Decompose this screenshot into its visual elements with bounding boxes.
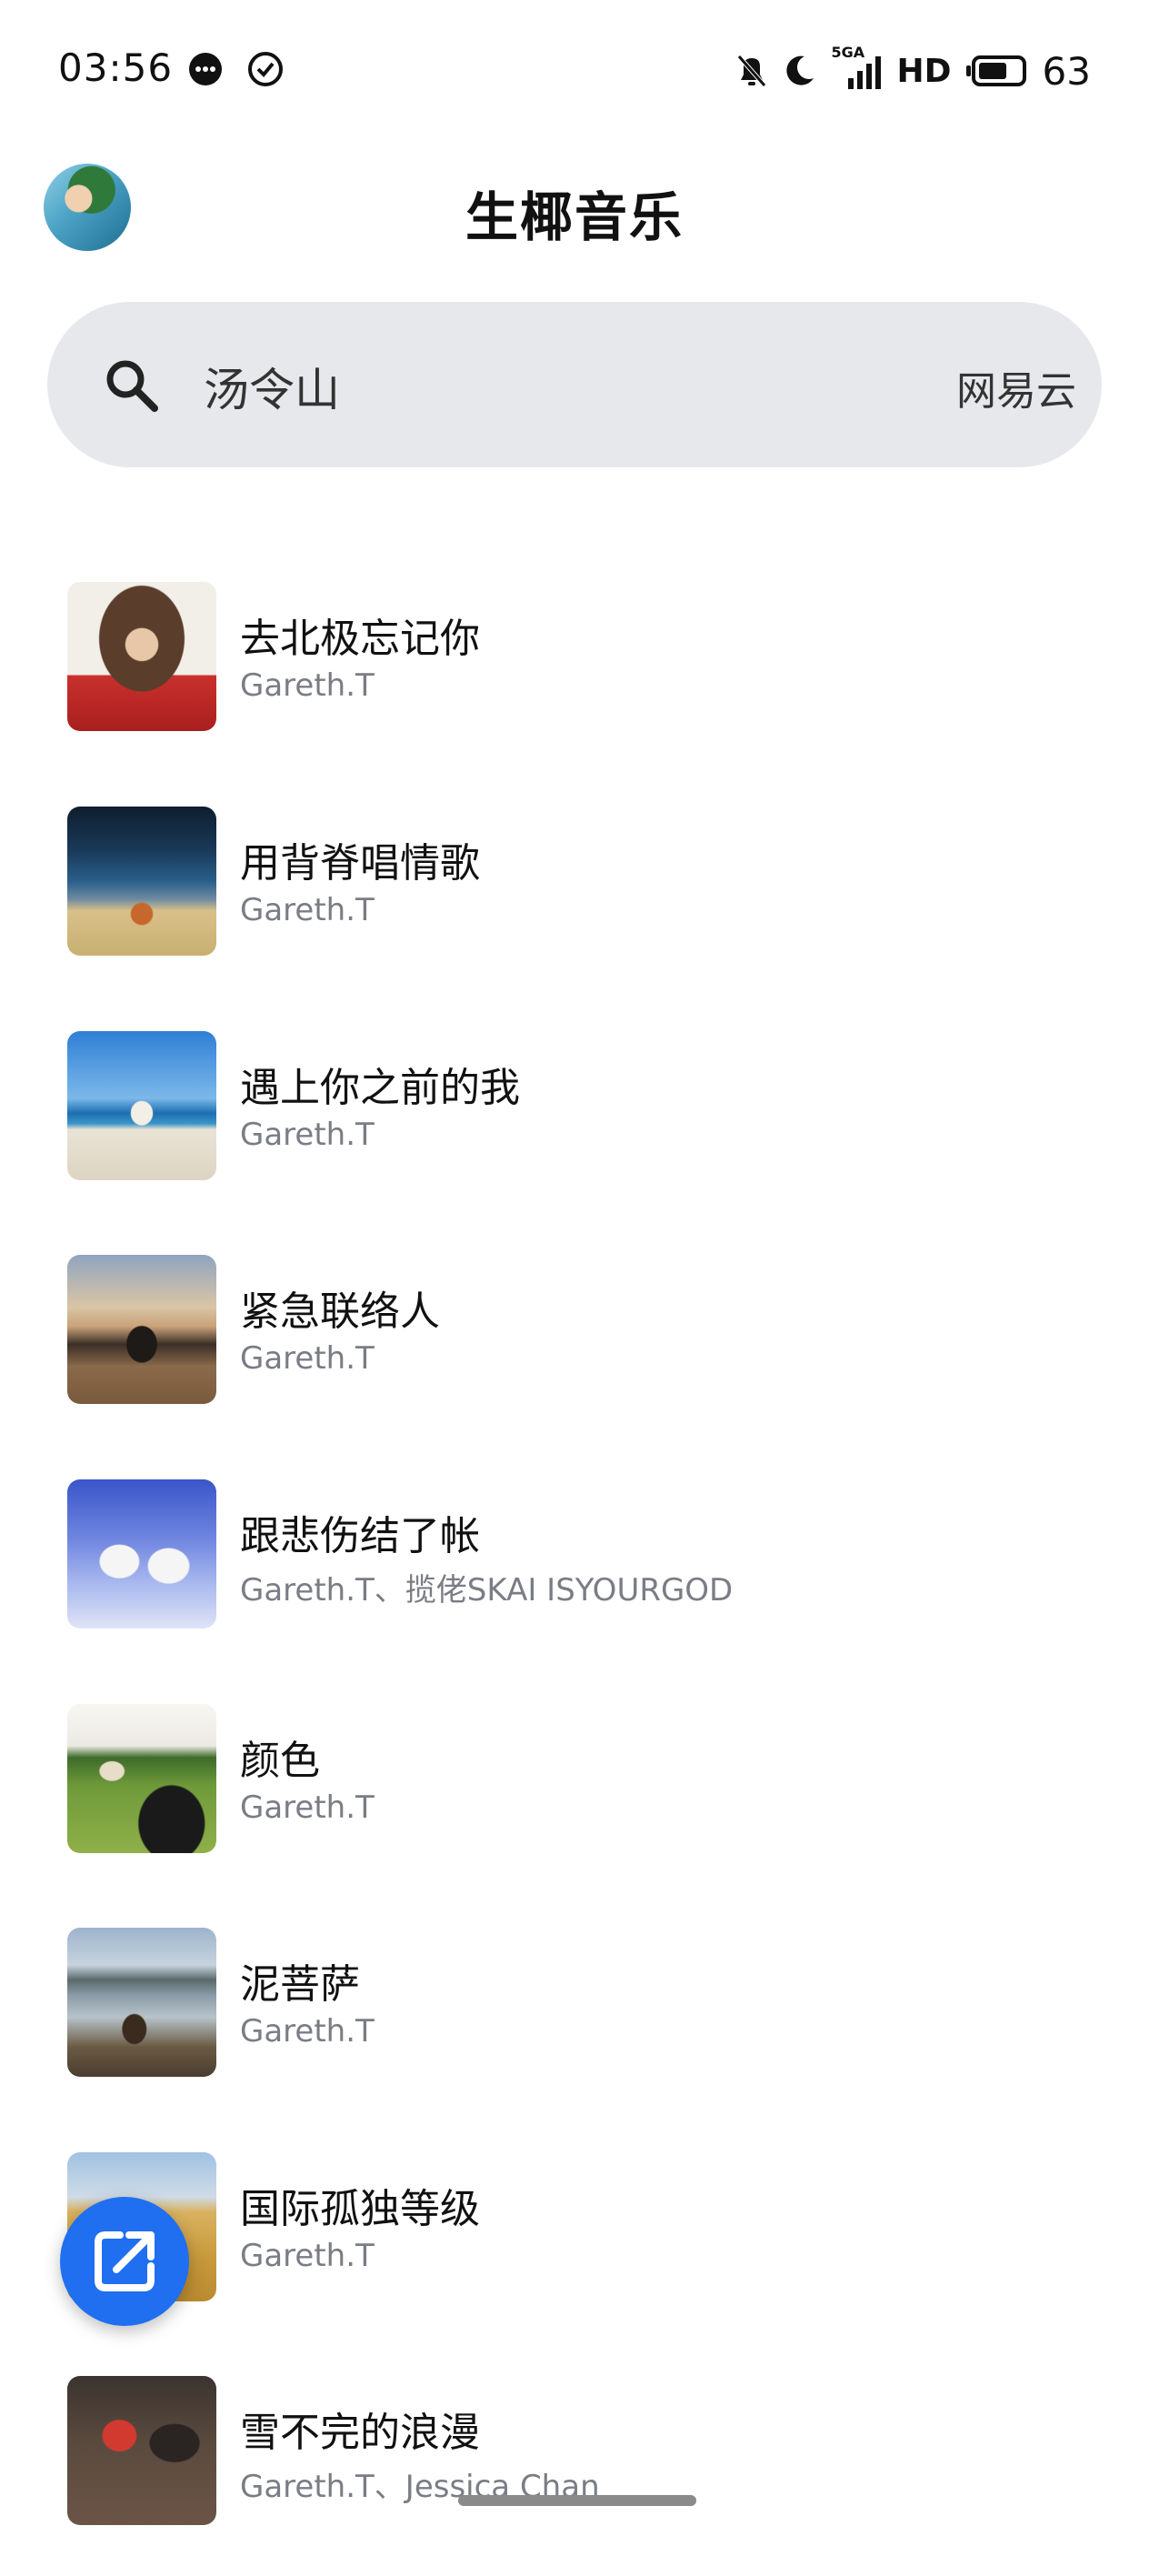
album-cover xyxy=(67,2376,216,2525)
home-indicator[interactable] xyxy=(458,2495,696,2506)
song-artist: Gareth.T xyxy=(240,1117,375,1153)
song-item[interactable]: 紧急联络人 Gareth.T xyxy=(0,1255,1149,1455)
album-cover xyxy=(67,807,216,956)
signal-icon: 5GA xyxy=(832,44,883,91)
song-item[interactable]: 跟悲伤结了帐 Gareth.T、揽佬SKAI ISYOURGOD xyxy=(0,1479,1149,1679)
page-title: 生椰音乐 xyxy=(465,186,684,248)
song-artist: Gareth.T xyxy=(240,2013,375,2050)
song-title: 跟悲伤结了帐 xyxy=(240,1513,480,1559)
status-indicators: 5GA HD 63 xyxy=(735,44,1091,96)
status-bar: 03:56 5GA HD 63 xyxy=(0,0,1149,136)
song-artist: Gareth.T xyxy=(240,1340,375,1377)
album-cover xyxy=(67,1255,216,1404)
song-title: 雪不完的浪漫 xyxy=(240,2410,480,2456)
song-title: 去北极忘记你 xyxy=(240,616,480,662)
song-item[interactable]: 遇上你之前的我 Gareth.T xyxy=(0,1031,1149,1231)
search-source-selector[interactable]: 网易云 xyxy=(956,358,1076,416)
song-title: 遇上你之前的我 xyxy=(240,1065,520,1111)
song-artist: Gareth.T、揽佬SKAI ISYOURGOD xyxy=(240,1572,734,1609)
moon-icon xyxy=(785,55,814,85)
song-artist: Gareth.T xyxy=(240,1789,375,1826)
song-title: 紧急联络人 xyxy=(240,1288,440,1335)
song-artist: Gareth.T xyxy=(240,667,375,704)
battery-icon xyxy=(965,55,1026,86)
song-item[interactable]: 用背脊唱情歌 Gareth.T xyxy=(0,807,1149,1007)
mute-bell-icon xyxy=(736,55,766,87)
search-bar[interactable]: 网易云 xyxy=(47,302,1102,467)
share-fab-button[interactable] xyxy=(60,2197,189,2326)
album-cover xyxy=(67,582,216,731)
open-external-icon xyxy=(95,2231,155,2291)
song-item[interactable]: 颜色 Gareth.T xyxy=(0,1704,1149,1904)
search-icon[interactable] xyxy=(102,356,160,414)
song-title: 国际孤独等级 xyxy=(240,2186,480,2232)
hd-label: HD xyxy=(896,52,952,90)
album-cover xyxy=(67,1928,216,2077)
battery-level: 63 xyxy=(1042,48,1091,94)
album-cover xyxy=(67,1031,216,1180)
album-cover xyxy=(67,1479,216,1629)
song-title: 用背脊唱情歌 xyxy=(240,840,480,887)
song-item[interactable]: 雪不完的浪漫 Gareth.T、Jessica Chan xyxy=(0,2376,1149,2576)
check-circle-icon xyxy=(248,52,283,86)
song-artist: Gareth.T xyxy=(240,2238,375,2274)
album-cover xyxy=(67,1704,216,1853)
status-time: 03:56 xyxy=(58,45,174,90)
search-input[interactable] xyxy=(202,349,842,424)
song-title: 泥菩萨 xyxy=(240,1961,360,2008)
chat-bubble-icon xyxy=(189,53,222,85)
song-artist: Gareth.T xyxy=(240,892,375,928)
song-title: 颜色 xyxy=(240,1738,320,1784)
song-item[interactable]: 去北极忘记你 Gareth.T xyxy=(0,582,1149,782)
song-item[interactable]: 泥菩萨 Gareth.T xyxy=(0,1928,1149,2128)
